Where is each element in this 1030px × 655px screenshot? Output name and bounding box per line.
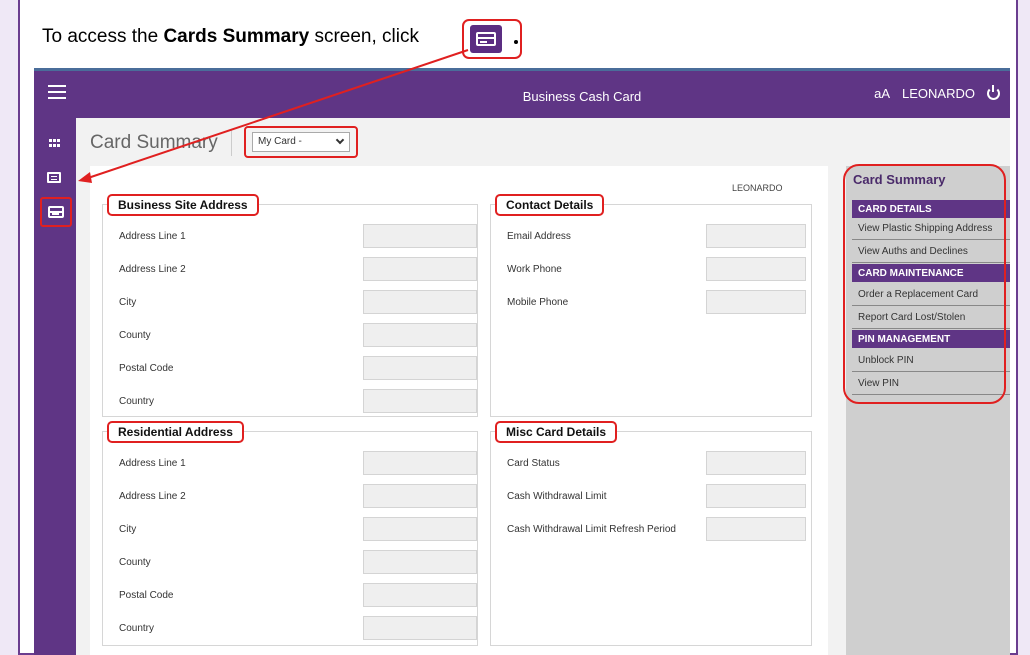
mobile-phone-field[interactable] — [706, 290, 806, 314]
address-line-2-field[interactable] — [363, 484, 477, 508]
instruction-period — [514, 40, 518, 44]
field-label: Postal Code — [119, 590, 174, 601]
field-label: Email Address — [507, 231, 571, 242]
postal-code-field[interactable] — [363, 583, 477, 607]
city-field[interactable] — [363, 517, 477, 541]
misc-card-details-section: Misc Card Details Card Status Cash Withd… — [490, 421, 812, 646]
field-label: Cash Withdrawal Limit — [507, 491, 607, 502]
address-line-2-field[interactable] — [363, 257, 477, 281]
card-status-field[interactable] — [706, 451, 806, 475]
residential-address-section: Residential Address Address Line 1 Addre… — [102, 421, 478, 646]
work-phone-field[interactable] — [706, 257, 806, 281]
field-label: County — [119, 557, 151, 568]
chevron-down-icon — [335, 135, 345, 145]
field-label: Country — [119, 396, 155, 407]
card-select[interactable]: My Card - — [252, 132, 350, 152]
section-title: Contact Details — [495, 194, 605, 216]
cash-withdrawal-limit-field[interactable] — [706, 484, 806, 508]
city-field[interactable] — [363, 290, 477, 314]
card-select-highlight: My Card - — [244, 126, 358, 158]
instruction-bold: Cards Summary — [163, 26, 310, 47]
business-address-section: Business Site Address Address Line 1 Add… — [102, 194, 478, 417]
country-field[interactable] — [363, 389, 477, 413]
country-field[interactable] — [363, 616, 477, 640]
credit-card-icon[interactable] — [46, 202, 66, 222]
field-label: City — [119, 524, 137, 535]
font-size-toggle[interactable]: aA — [874, 86, 890, 101]
app-title: Business Cash Card — [522, 89, 642, 104]
postal-code-field[interactable] — [363, 356, 477, 380]
field-label: Address Line 2 — [119, 264, 186, 275]
power-icon[interactable] — [987, 85, 1000, 100]
top-bar-right: aA LEONARDO — [874, 85, 1000, 101]
county-field[interactable] — [363, 550, 477, 574]
address-line-1-field[interactable] — [363, 451, 477, 475]
left-nav — [34, 118, 76, 655]
card-details-panel: LEONARDO Business Site Address Address L… — [90, 166, 828, 655]
field-label: Address Line 1 — [119, 458, 186, 469]
side-menu-panel: Card Summary CARD DETAILS View Plastic S… — [843, 164, 1010, 655]
instruction-text: To access the Cards Summary screen, clic… — [42, 26, 419, 48]
field-label: Postal Code — [119, 363, 174, 374]
field-label: Address Line 1 — [119, 231, 186, 242]
section-title: Misc Card Details — [495, 421, 618, 443]
field-label: Card Status — [507, 458, 560, 469]
content-area: Card Summary My Card - LEONARDO Business… — [76, 118, 1010, 655]
field-label: Country — [119, 623, 155, 634]
cash-withdrawal-refresh-field[interactable] — [706, 517, 806, 541]
field-label: Work Phone — [507, 264, 562, 275]
section-title: Business Site Address — [107, 194, 259, 216]
side-menu-highlight — [843, 164, 1006, 404]
field-label: Cash Withdrawal Limit Refresh Period — [507, 524, 676, 535]
field-label: City — [119, 297, 137, 308]
section-title: Residential Address — [107, 421, 244, 443]
title-divider — [231, 130, 232, 156]
email-address-field[interactable] — [706, 224, 806, 248]
field-label: Mobile Phone — [507, 297, 569, 308]
card-select-value: My Card - — [258, 136, 302, 147]
field-label: Address Line 2 — [119, 491, 186, 502]
instruction-suffix: screen, click — [309, 26, 419, 47]
list-icon[interactable] — [47, 172, 61, 183]
field-label: County — [119, 330, 151, 341]
card-owner-name: LEONARDO — [732, 183, 783, 193]
instruction-icon-callout — [462, 19, 522, 59]
county-field[interactable] — [363, 323, 477, 347]
card-nav-highlight — [40, 197, 72, 227]
contact-details-section: Contact Details Email Address Work Phone… — [490, 194, 812, 417]
instruction-prefix: To access the — [42, 26, 164, 47]
address-line-1-field[interactable] — [363, 224, 477, 248]
app-window: Business Cash Card aA LEONARDO Card Summ… — [34, 68, 1010, 655]
top-bar: Business Cash Card aA LEONARDO — [34, 68, 1010, 118]
grid-icon[interactable] — [49, 139, 61, 148]
user-name[interactable]: LEONARDO — [902, 86, 975, 101]
page-title: Card Summary — [90, 132, 218, 153]
credit-card-icon — [470, 25, 502, 53]
